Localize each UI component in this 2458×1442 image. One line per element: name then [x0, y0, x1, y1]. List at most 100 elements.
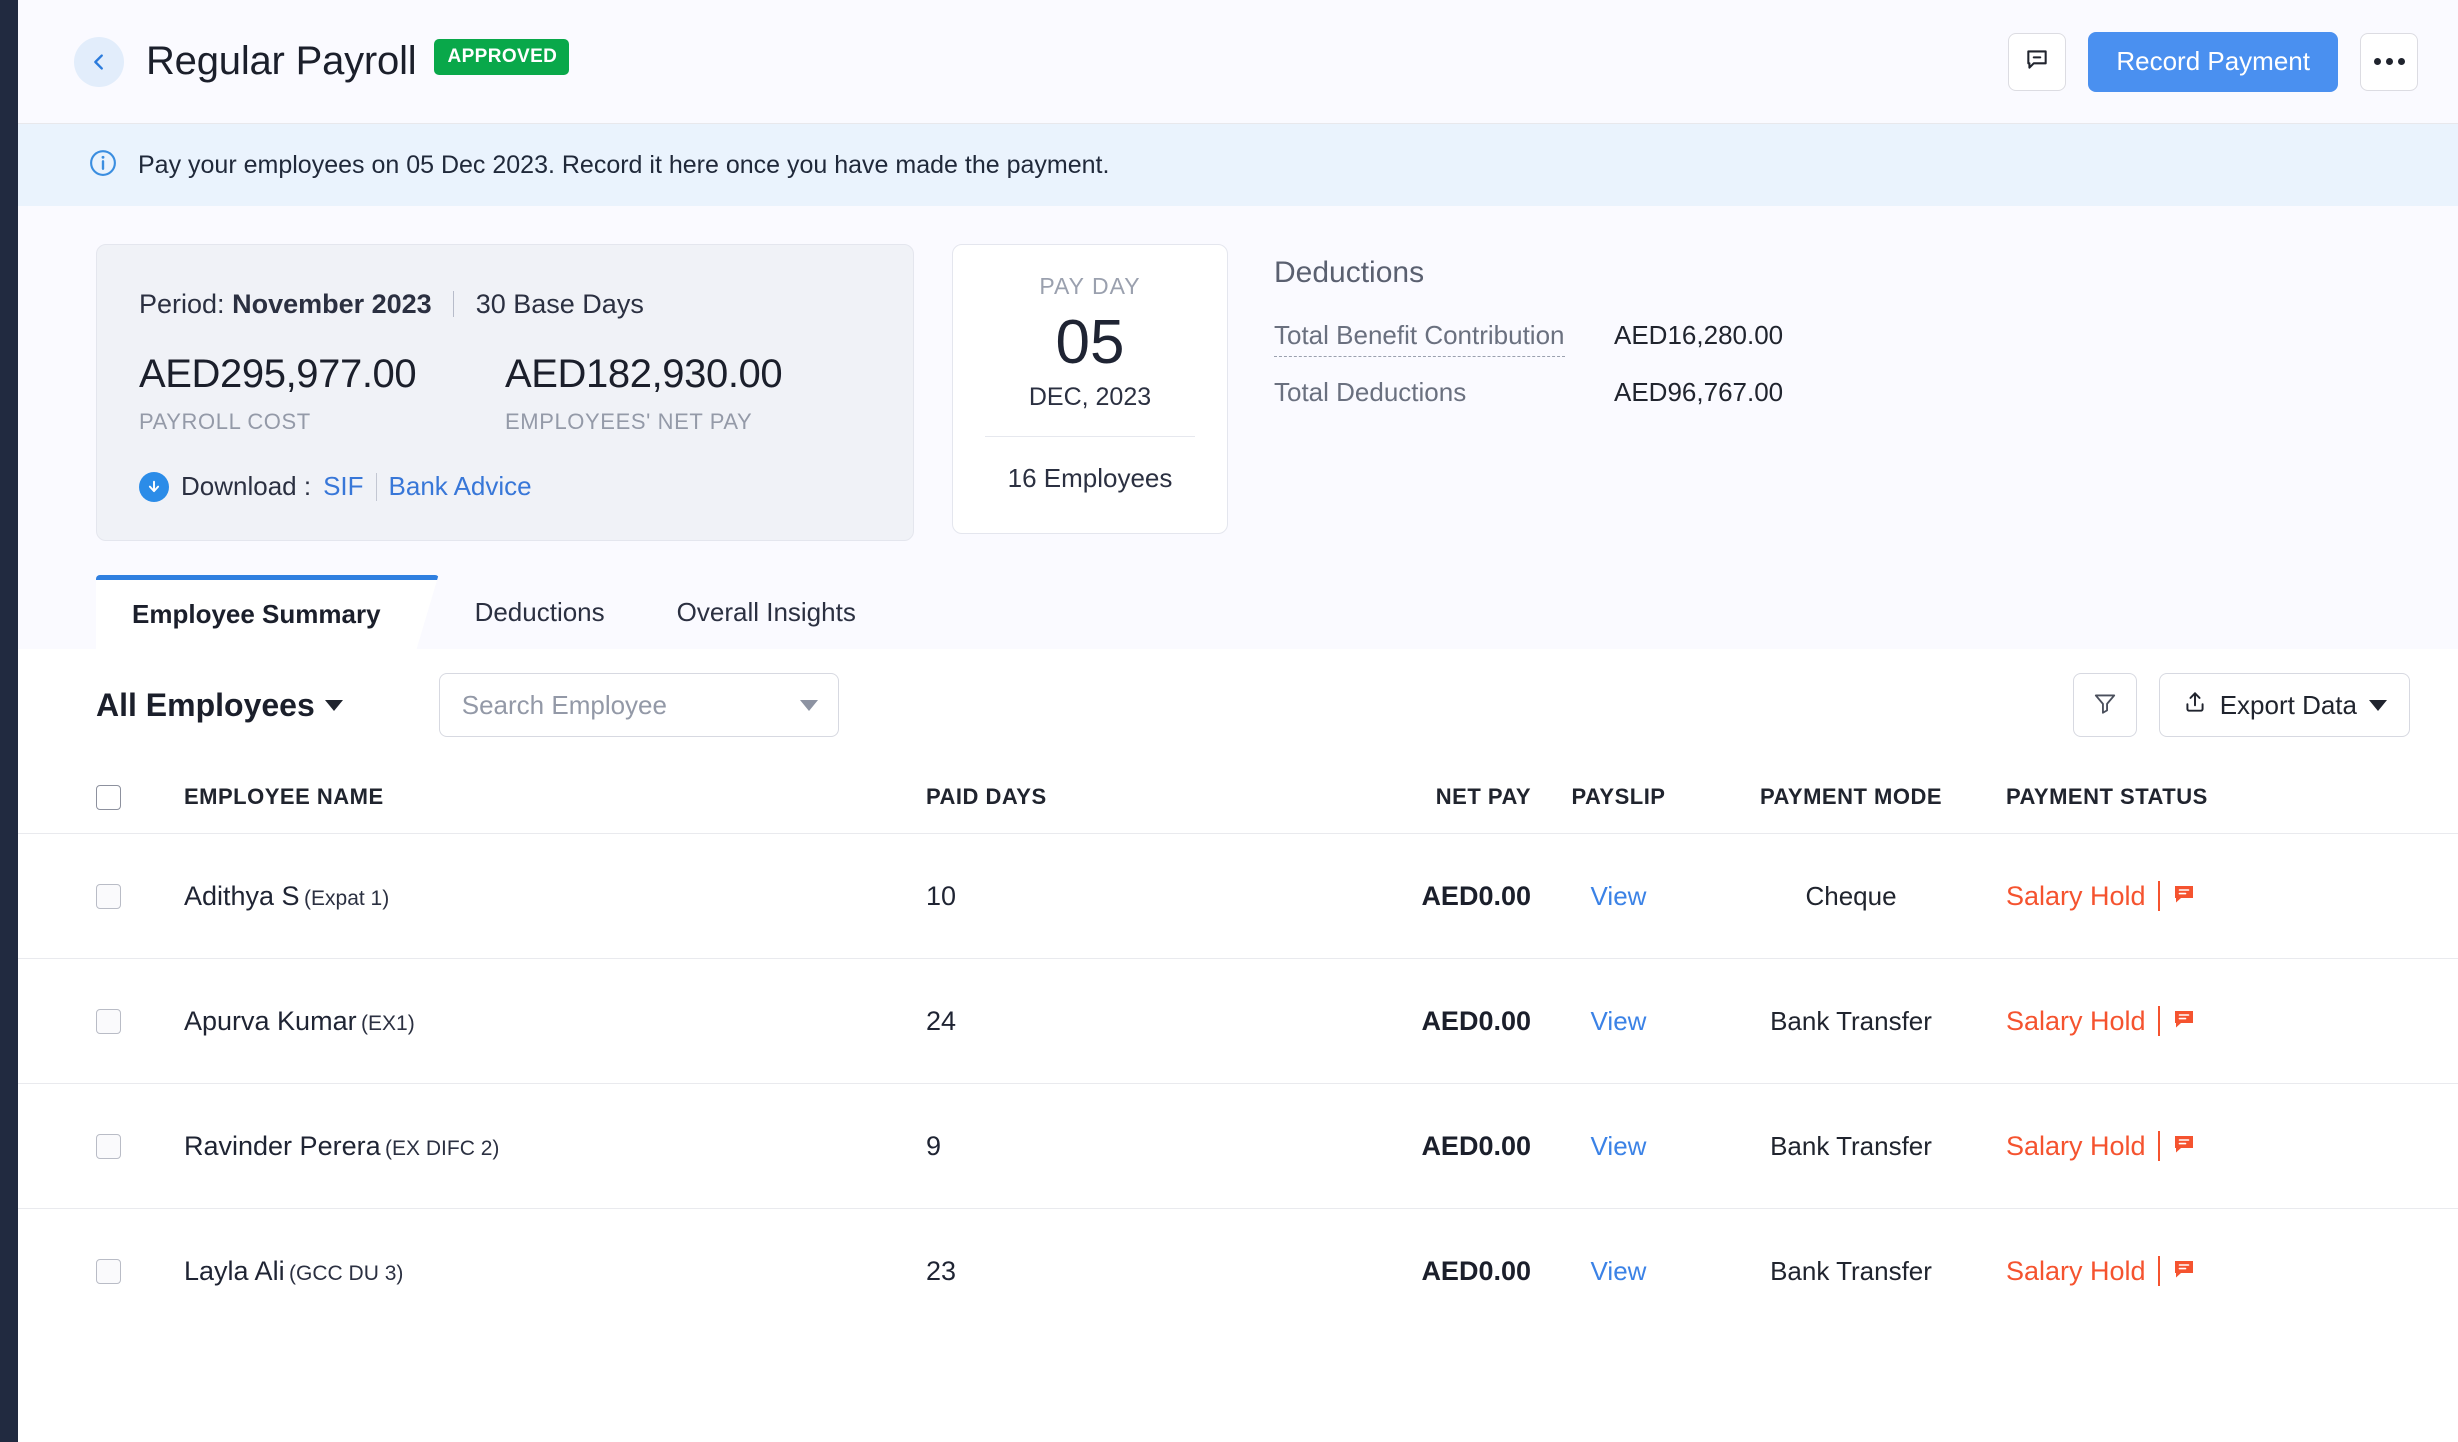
payment-status: Salary Hold: [2006, 881, 2448, 912]
payroll-cost-value: AED295,977.00: [139, 352, 505, 397]
payment-status: Salary Hold: [2006, 1256, 2448, 1287]
view-payslip-link[interactable]: View: [1591, 1256, 1647, 1286]
main-content: Regular Payroll APPROVED Record Payment: [18, 0, 2458, 1442]
period-line: Period: November 2023 30 Base Days: [139, 289, 871, 320]
total-deductions-value: AED96,767.00: [1614, 377, 1783, 408]
deduction-name-wrap: Total Benefit Contribution: [1274, 320, 1614, 351]
cell-payslip: View: [1541, 1256, 1706, 1287]
column-employee-name: EMPLOYEE NAME: [184, 784, 926, 810]
info-circle-icon: [88, 148, 118, 183]
tab-bar: Employee Summary Deductions Overall Insi…: [18, 575, 2458, 649]
export-data-button[interactable]: Export Data: [2159, 673, 2410, 737]
payment-status-text: Salary Hold: [2006, 1131, 2146, 1162]
payroll-cost-block: AED295,977.00 PAYROLL COST: [139, 352, 505, 435]
divider: [2158, 1006, 2160, 1036]
comment-filled-icon[interactable]: [2172, 1132, 2196, 1161]
record-payment-button[interactable]: Record Payment: [2088, 32, 2338, 92]
divider: [2158, 1256, 2160, 1286]
column-payment-status: PAYMENT STATUS: [2006, 784, 2458, 810]
export-data-label: Export Data: [2220, 690, 2357, 721]
download-sif-link[interactable]: SIF: [323, 471, 363, 502]
total-deductions-label: Total Deductions: [1274, 377, 1466, 407]
comment-filled-icon[interactable]: [2172, 1007, 2196, 1036]
row-checkbox[interactable]: [96, 1009, 121, 1034]
employee-filter-dropdown[interactable]: All Employees: [96, 687, 343, 724]
cell-paid-days: 24: [926, 1006, 1336, 1037]
back-button[interactable]: [74, 37, 124, 87]
row-checkbox[interactable]: [96, 1259, 121, 1284]
info-banner-message: Pay your employees on 05 Dec 2023. Recor…: [138, 151, 1109, 180]
pay-day-label: PAY DAY: [953, 273, 1227, 300]
cell-employee-name: Ravinder Perera (EX DIFC 2): [184, 1131, 926, 1162]
view-payslip-link[interactable]: View: [1591, 881, 1647, 911]
cell-payment-status: Salary Hold: [2006, 1131, 2458, 1162]
cell-payment-mode: Cheque: [1706, 881, 2006, 912]
comment-filled-icon[interactable]: [2172, 882, 2196, 911]
cell-payment-mode: Bank Transfer: [1706, 1131, 2006, 1162]
left-nav-rail: [0, 0, 18, 1442]
cell-net-pay: AED0.00: [1336, 1256, 1541, 1287]
app-root: Regular Payroll APPROVED Record Payment: [0, 0, 2458, 1442]
deduction-name-wrap: Total Deductions: [1274, 377, 1614, 408]
employee-name: Ravinder Perera: [184, 1131, 381, 1161]
filter-button[interactable]: [2073, 673, 2137, 737]
employee-name: Layla Ali: [184, 1256, 285, 1286]
employee-code: (EX1): [361, 1012, 415, 1035]
cell-payment-status: Salary Hold: [2006, 1006, 2458, 1037]
download-bank-advice-link[interactable]: Bank Advice: [389, 471, 532, 502]
total-benefit-contribution-label[interactable]: Total Benefit Contribution: [1274, 320, 1565, 357]
employee-code: (GCC DU 3): [289, 1262, 403, 1285]
search-input[interactable]: [462, 690, 800, 721]
payment-status-text: Salary Hold: [2006, 1006, 2146, 1037]
cell-employee-name: Apurva Kumar (EX1): [184, 1006, 926, 1037]
select-all-checkbox[interactable]: [96, 785, 121, 810]
deduction-row: Total Deductions AED96,767.00: [1274, 377, 1914, 408]
table-row[interactable]: Layla Ali (GCC DU 3) 23 AED0.00 View Ban…: [18, 1208, 2458, 1333]
tab-deductions[interactable]: Deductions: [439, 575, 641, 649]
tab-employee-summary[interactable]: Employee Summary: [96, 575, 439, 649]
net-pay-value: AED182,930.00: [505, 352, 871, 397]
cell-payment-status: Salary Hold: [2006, 881, 2458, 912]
period-prefix: Period:: [139, 289, 225, 319]
cell-payment-status: Salary Hold: [2006, 1256, 2458, 1287]
row-checkbox[interactable]: [96, 884, 121, 909]
chevron-down-icon: [2369, 700, 2387, 711]
view-payslip-link[interactable]: View: [1591, 1131, 1647, 1161]
comment-filled-icon[interactable]: [2172, 1257, 2196, 1286]
payment-status: Salary Hold: [2006, 1006, 2448, 1037]
select-all-cell: [18, 785, 184, 810]
table-toolbar: All Employees: [18, 649, 2458, 761]
column-net-pay: NET PAY: [1336, 784, 1541, 810]
row-checkbox[interactable]: [96, 1134, 121, 1159]
tab-overall-insights[interactable]: Overall Insights: [641, 575, 892, 649]
payroll-cost-label: PAYROLL COST: [139, 409, 505, 435]
table-row[interactable]: Ravinder Perera (EX DIFC 2) 9 AED0.00 Vi…: [18, 1083, 2458, 1208]
table-header-row: EMPLOYEE NAME PAID DAYS NET PAY PAYSLIP …: [18, 761, 2458, 833]
table-row[interactable]: Apurva Kumar (EX1) 24 AED0.00 View Bank …: [18, 958, 2458, 1083]
upload-icon: [2182, 689, 2208, 722]
cell-paid-days: 10: [926, 881, 1336, 912]
deductions-summary: Deductions Total Benefit Contribution AE…: [1274, 244, 1914, 434]
cell-employee-name: Adithya S (Expat 1): [184, 881, 926, 912]
table-row[interactable]: Adithya S (Expat 1) 10 AED0.00 View Cheq…: [18, 833, 2458, 958]
search-employee-box[interactable]: [439, 673, 839, 737]
cell-employee-name: Layla Ali (GCC DU 3): [184, 1256, 926, 1287]
payment-status-text: Salary Hold: [2006, 1256, 2146, 1287]
view-payslip-link[interactable]: View: [1591, 1006, 1647, 1036]
cell-payslip: View: [1541, 1006, 1706, 1037]
employee-code: (EX DIFC 2): [385, 1137, 499, 1160]
row-select-cell: [18, 1009, 184, 1034]
cell-net-pay: AED0.00: [1336, 1131, 1541, 1162]
pay-day-card: PAY DAY 05 DEC, 2023 16 Employees: [952, 244, 1228, 534]
divider: [2158, 1131, 2160, 1161]
comment-button[interactable]: [2008, 33, 2066, 91]
employee-table: EMPLOYEE NAME PAID DAYS NET PAY PAYSLIP …: [18, 761, 2458, 1442]
row-select-cell: [18, 1259, 184, 1284]
divider: [376, 473, 377, 501]
cell-paid-days: 23: [926, 1256, 1336, 1287]
column-payslip: PAYSLIP: [1541, 784, 1706, 810]
base-days: 30 Base Days: [476, 289, 644, 319]
payment-status-text: Salary Hold: [2006, 881, 2146, 912]
employee-name: Adithya S: [184, 881, 300, 911]
more-options-button[interactable]: [2360, 33, 2418, 91]
